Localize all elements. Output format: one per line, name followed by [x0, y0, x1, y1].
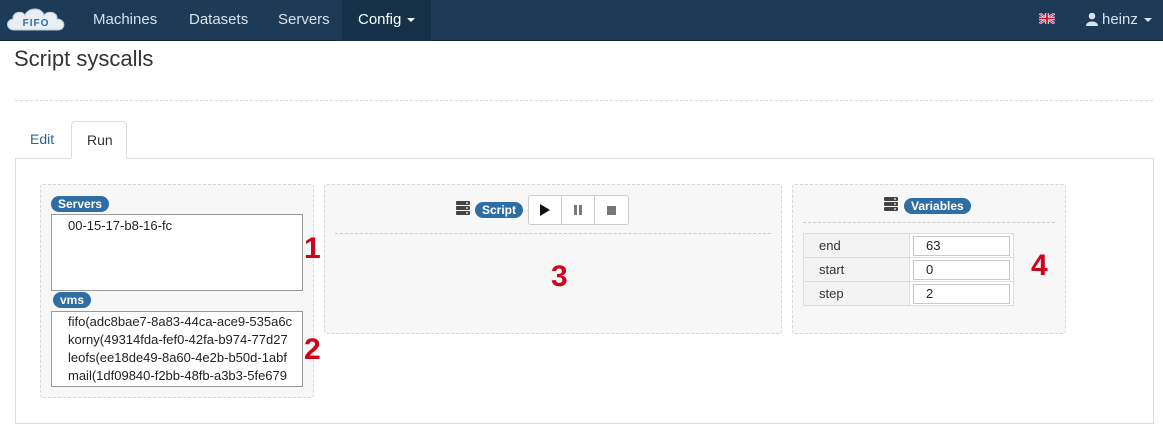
- user-icon: [1086, 12, 1098, 26]
- variable-name: end: [803, 233, 910, 258]
- vm-option[interactable]: mail(1df09840-f2bb-48fb-a3b3-5fe679: [68, 368, 302, 383]
- annotation-3: 3: [551, 260, 568, 293]
- variables-label: Variables: [904, 198, 971, 214]
- divider: [803, 222, 1055, 223]
- pause-button[interactable]: [562, 196, 595, 224]
- table-row: start: [803, 257, 1014, 282]
- variable-value-input[interactable]: [913, 235, 1010, 256]
- chevron-down-icon: [407, 18, 416, 23]
- servers-listbox[interactable]: 00-15-17-b8-16-fc: [51, 214, 303, 291]
- user-menu[interactable]: heinz: [1086, 0, 1152, 41]
- vm-option[interactable]: leofs(ee18de49-8a60-4e2b-b50d-1abf: [68, 350, 302, 365]
- server-option[interactable]: 00-15-17-b8-16-fc: [68, 218, 302, 233]
- vms-label: vms: [53, 292, 92, 308]
- variable-name: start: [803, 257, 910, 282]
- nav-servers[interactable]: Servers: [262, 0, 346, 41]
- uk-flag-icon[interactable]: [1039, 13, 1055, 24]
- divider: [15, 100, 1153, 101]
- script-controls: [528, 195, 629, 225]
- vm-option[interactable]: fifo(adc8bae7-8a83-44ca-ace9-535a6c: [68, 314, 302, 329]
- table-row: end: [803, 233, 1014, 258]
- user-name: heinz: [1102, 11, 1138, 28]
- pause-icon: [574, 205, 582, 215]
- tab-edit[interactable]: Edit: [15, 121, 69, 159]
- play-icon: [540, 204, 550, 216]
- annotation-2: 2: [304, 333, 321, 366]
- nav-config[interactable]: Config: [342, 0, 432, 41]
- divider: [335, 233, 771, 234]
- variable-value-input[interactable]: [913, 283, 1010, 304]
- servers-label: Servers: [51, 196, 110, 212]
- nav-config-label: Config: [358, 11, 402, 28]
- page-title: Script syscalls: [14, 46, 154, 71]
- nav-datasets[interactable]: Datasets: [173, 0, 264, 41]
- nav-machines[interactable]: Machines: [77, 0, 173, 41]
- variable-value-input[interactable]: [913, 259, 1010, 280]
- variable-name: step: [803, 281, 910, 306]
- vms-listbox[interactable]: fifo(adc8bae7-8a83-44ca-ace9-535a6c korn…: [51, 311, 303, 387]
- logo-text: FIFO: [23, 18, 50, 29]
- play-button[interactable]: [529, 196, 562, 224]
- tab-run[interactable]: Run: [71, 121, 127, 159]
- server-stack-icon: [884, 197, 898, 211]
- stop-icon: [607, 205, 616, 215]
- chevron-down-icon: [1143, 18, 1152, 23]
- server-stack-icon: [456, 201, 470, 215]
- stop-button[interactable]: [595, 196, 628, 224]
- script-label: Script: [475, 202, 524, 218]
- fifo-logo[interactable]: FIFO: [4, 4, 68, 34]
- annotation-4: 4: [1031, 249, 1048, 282]
- variables-table: end start step: [803, 233, 1014, 306]
- vm-option[interactable]: korny(49314fda-fef0-42fa-b974-77d27: [68, 332, 302, 347]
- navbar: FIFO Machines Datasets Servers Config he…: [0, 0, 1163, 41]
- table-row: step: [803, 281, 1014, 306]
- annotation-1: 1: [304, 232, 321, 265]
